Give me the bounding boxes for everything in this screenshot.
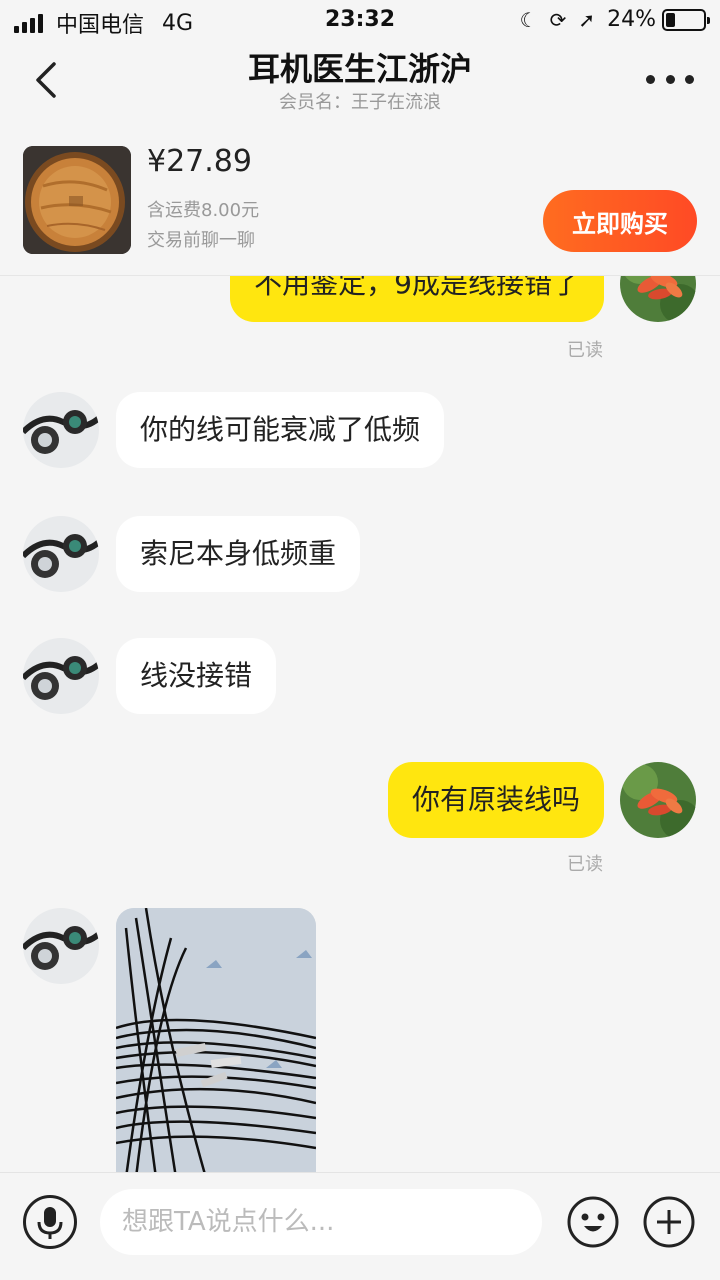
more-dot-icon — [665, 74, 675, 84]
status-bar: 中国电信 4G 23:32 ☾ ⟳ ➚ 24% — [0, 0, 720, 40]
more-options-button[interactable] — [646, 64, 694, 94]
moon-icon: ☾ — [519, 7, 538, 32]
seller-avatar[interactable] — [23, 908, 99, 984]
read-receipt: 已读 — [567, 340, 603, 361]
chat-area[interactable]: 不用鉴定，9成是线接错了 已读 你的线可能衰减了低频 索尼本身低频重 线没接错 … — [0, 276, 720, 1172]
product-thumbnail[interactable] — [23, 146, 131, 254]
plus-icon — [643, 1196, 695, 1248]
microphone-icon — [37, 1207, 63, 1239]
my-avatar[interactable] — [620, 276, 696, 322]
seller-avatar[interactable] — [23, 392, 99, 468]
earphones-avatar-image — [23, 516, 99, 592]
more-dot-icon — [685, 74, 694, 84]
message-bubble-theirs[interactable]: 索尼本身低频重 — [116, 516, 361, 592]
voice-input-button[interactable] — [23, 1195, 77, 1249]
earphone-product-image — [23, 146, 131, 254]
chat-hint: 交易前聊一聊 — [147, 230, 255, 251]
battery-icon — [662, 8, 710, 31]
status-right: ☾ ⟳ ➚ 24% — [519, 7, 710, 32]
page-title: 耳机医生江浙沪 — [247, 50, 472, 88]
message-input[interactable] — [100, 1189, 542, 1255]
read-receipt: 已读 — [567, 854, 603, 875]
buy-now-button[interactable]: 立即购买 — [543, 190, 697, 252]
nav-bar: 耳机医生江浙沪 会员名：王子在流浪 — [0, 40, 720, 130]
emoji-button[interactable] — [566, 1195, 620, 1249]
input-bar — [0, 1172, 720, 1280]
shipping-fee: 含运费8.00元 — [147, 200, 260, 221]
earphones-avatar-image — [23, 908, 99, 984]
flower-avatar-image — [620, 276, 696, 322]
more-actions-button[interactable] — [642, 1195, 696, 1249]
smiley-icon — [567, 1196, 619, 1248]
earphones-avatar-image — [23, 638, 99, 714]
seller-avatar[interactable] — [23, 516, 99, 592]
my-avatar[interactable] — [620, 762, 696, 838]
battery-level-fill — [666, 12, 675, 27]
flower-avatar-image — [620, 762, 696, 838]
rotation-lock-icon: ⟳ — [549, 7, 567, 32]
seller-avatar[interactable] — [23, 638, 99, 714]
battery-percent: 24% — [607, 7, 656, 32]
member-name: 会员名：王子在流浪 — [279, 92, 441, 113]
earphones-avatar-image — [23, 392, 99, 468]
image-message[interactable] — [116, 908, 316, 1172]
message-bubble-mine[interactable]: 你有原装线吗 — [387, 762, 604, 838]
message-bubble-theirs[interactable]: 你的线可能衰减了低频 — [116, 392, 445, 468]
message-bubble-theirs[interactable]: 线没接错 — [116, 638, 277, 714]
location-arrow-icon: ➚ — [578, 7, 596, 32]
cables-photo — [116, 908, 316, 1172]
more-dot-icon — [646, 74, 655, 84]
message-bubble-mine[interactable]: 不用鉴定，9成是线接错了 — [230, 276, 604, 322]
product-price: ¥27.89 — [147, 144, 252, 179]
product-card[interactable]: ¥27.89 含运费8.00元 交易前聊一聊 立即购买 — [0, 130, 720, 276]
